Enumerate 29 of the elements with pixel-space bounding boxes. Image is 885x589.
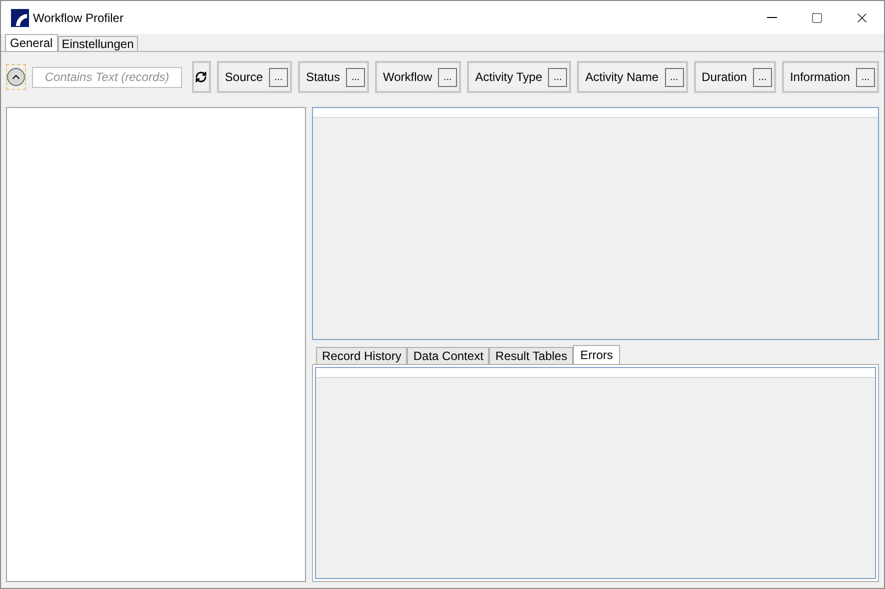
refresh-icon: [195, 71, 208, 83]
tab[interactable]: Data Context: [407, 347, 490, 364]
filter-options-button[interactable]: ...: [268, 68, 288, 86]
tab[interactable]: Result Tables: [489, 347, 574, 364]
refresh-button[interactable]: [192, 61, 211, 93]
filter-options-button[interactable]: ...: [752, 68, 772, 86]
filter-options-button[interactable]: ...: [346, 68, 365, 86]
filter-options-button[interactable]: ...: [548, 68, 568, 86]
filter-label: Duration: [702, 69, 747, 86]
filter-label: Activity Type: [475, 69, 542, 86]
collapse-button[interactable]: [6, 64, 26, 90]
minimize-icon: [766, 17, 776, 18]
maximize-icon: [810, 12, 822, 24]
filter-options-button[interactable]: ...: [664, 68, 684, 86]
filter-options-button[interactable]: ...: [856, 68, 875, 86]
chevron-up-icon: [7, 68, 25, 86]
filter-label: Activity Name: [585, 69, 659, 86]
filter-label: Information: [790, 69, 850, 86]
tab[interactable]: Einstellungen: [58, 36, 138, 51]
filter-label: Source: [224, 69, 263, 86]
tab[interactable]: Record History: [316, 347, 408, 364]
tab[interactable]: Errors: [573, 345, 620, 364]
search-field[interactable]: Contains Text (records): [32, 66, 182, 88]
filter-label: Status: [306, 69, 340, 86]
filter-options-button[interactable]: ...: [438, 68, 458, 86]
tab[interactable]: General: [5, 34, 58, 51]
app-logo-icon: [11, 8, 29, 26]
window-title: Workflow Profiler: [33, 10, 124, 26]
filter-label: Workflow: [382, 69, 432, 86]
